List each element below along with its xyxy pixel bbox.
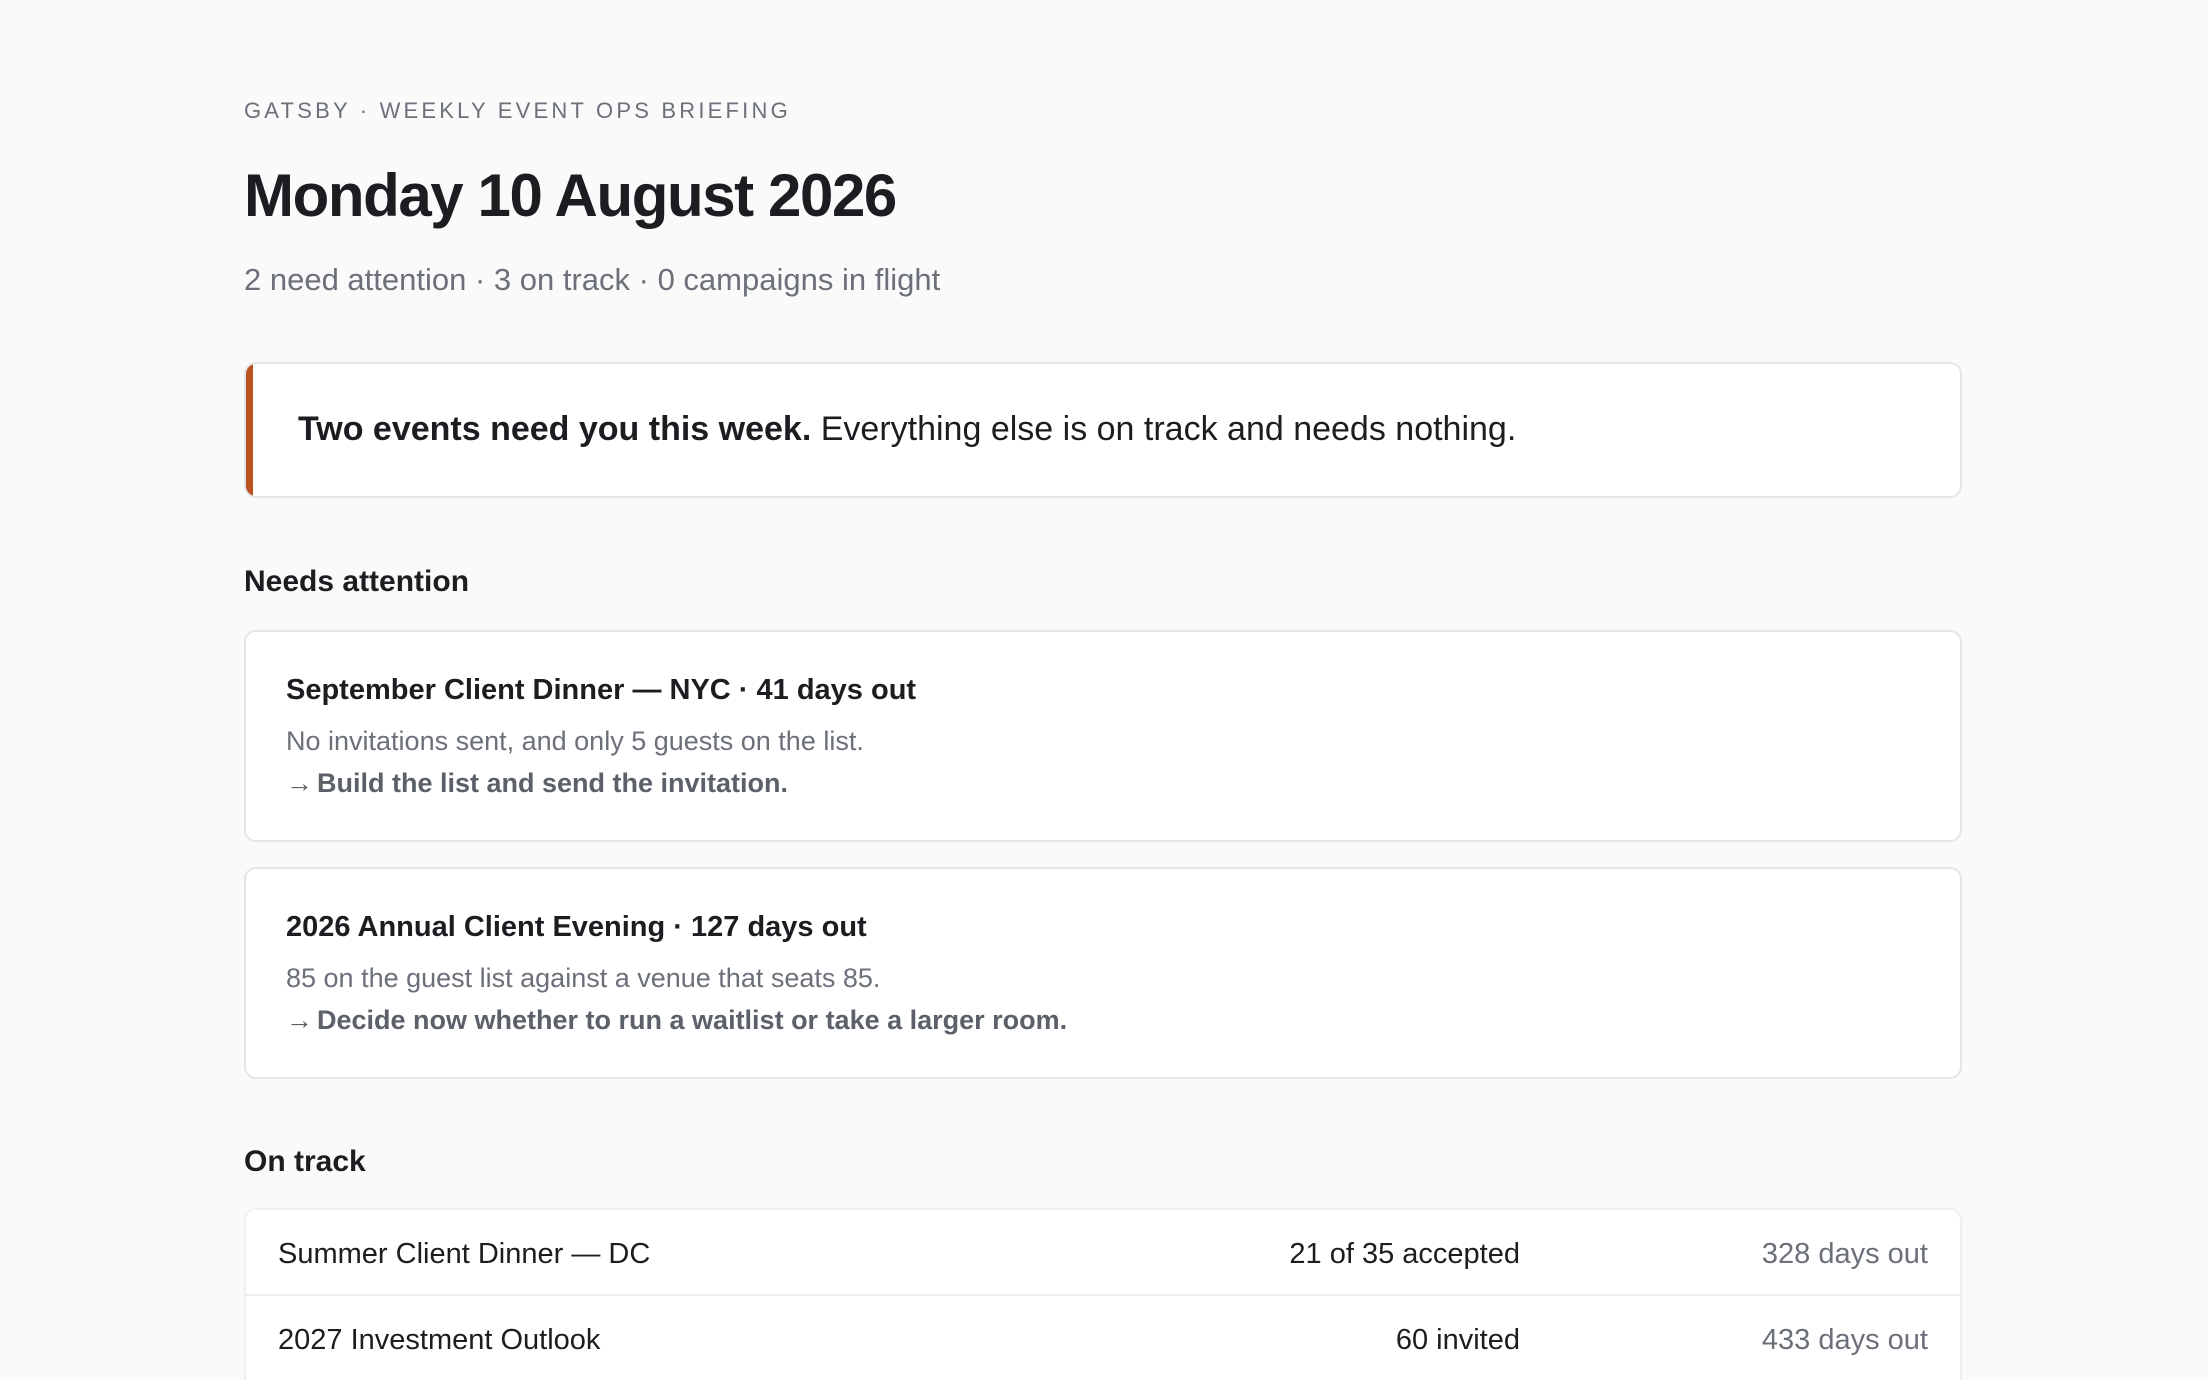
event-name: 2027 Investment Outlook xyxy=(278,1324,601,1356)
attention-callout: Two events need you this week. Everythin… xyxy=(244,362,1962,498)
callout-accent-bar xyxy=(246,364,253,496)
card-description: No invitations sent, and only 5 guests o… xyxy=(286,726,864,756)
on-track-table: Summer Client Dinner — DC 21 of 35 accep… xyxy=(244,1208,1962,1380)
card-action-text: Decide now whether to run a waitlist or … xyxy=(317,1005,1068,1035)
arrow-right-icon: → xyxy=(286,768,313,798)
card-title: September Client Dinner — NYC · 41 days … xyxy=(286,674,917,706)
briefing-page: GATSBY · WEEKLY EVENT OPS BRIEFING Monda… xyxy=(0,0,2208,1380)
callout-text: Two events need you this week. Everythin… xyxy=(298,410,1516,449)
needs-attention-heading: Needs attention xyxy=(244,565,470,598)
card-description: 85 on the guest list against a venue tha… xyxy=(286,963,881,993)
card-action-text: Build the list and send the invitation. xyxy=(317,768,789,798)
table-row[interactable]: Summer Client Dinner — DC 21 of 35 accep… xyxy=(246,1210,1960,1296)
event-days-out: 433 days out xyxy=(1761,1324,1928,1356)
card-title: 2026 Annual Client Evening · 127 days ou… xyxy=(286,911,867,943)
eyebrow-label: GATSBY · WEEKLY EVENT OPS BRIEFING xyxy=(244,98,791,123)
attention-card[interactable]: September Client Dinner — NYC · 41 days … xyxy=(244,630,1962,842)
attention-card[interactable]: 2026 Annual Client Evening · 127 days ou… xyxy=(244,867,1962,1079)
arrow-right-icon: → xyxy=(286,1005,313,1035)
callout-rest-text: Everything else is on track and needs no… xyxy=(811,410,1517,448)
callout-bold-text: Two events need you this week. xyxy=(298,410,812,448)
page-title: Monday 10 August 2026 xyxy=(244,162,897,229)
event-status: 60 invited xyxy=(1395,1324,1520,1356)
event-days-out: 328 days out xyxy=(1761,1238,1928,1270)
table-row[interactable]: 2027 Investment Outlook 60 invited 433 d… xyxy=(246,1296,1960,1380)
summary-line: 2 need attention · 3 on track · 0 campai… xyxy=(244,262,941,297)
event-name: Summer Client Dinner — DC xyxy=(278,1238,651,1270)
card-action[interactable]: → Decide now whether to run a waitlist or… xyxy=(286,1005,1067,1036)
event-status: 21 of 35 accepted xyxy=(1289,1238,1520,1270)
on-track-heading: On track xyxy=(244,1145,366,1178)
card-action[interactable]: → Build the list and send the invitation. xyxy=(286,768,788,799)
